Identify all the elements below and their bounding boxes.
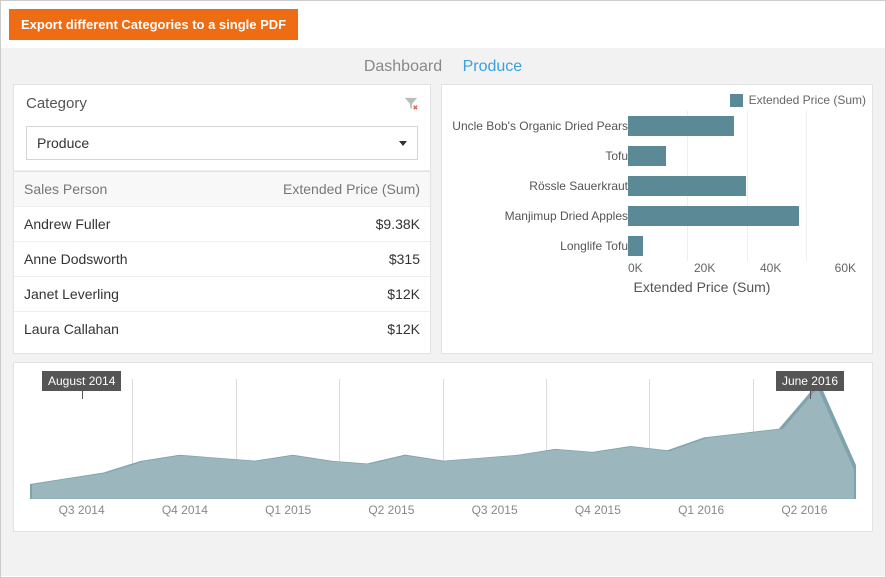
bar-row bbox=[628, 171, 856, 201]
bar-row bbox=[628, 111, 856, 141]
cell-value: $12K bbox=[260, 312, 430, 346]
chevron-down-icon bbox=[399, 141, 407, 146]
timeline-end-label: June 2016 bbox=[782, 374, 838, 388]
bar-category-label: Manjimup Dried Apples bbox=[448, 201, 628, 231]
bar[interactable] bbox=[628, 146, 666, 166]
timeline-tick: Q3 2014 bbox=[30, 503, 133, 517]
cell-name: Janet Leverling bbox=[14, 277, 260, 311]
bar-tick: 60K bbox=[826, 261, 856, 275]
export-pdf-button[interactable]: Export different Categories to a single … bbox=[9, 9, 298, 40]
cell-value: $9.38K bbox=[260, 207, 430, 241]
bar-tick: 40K bbox=[760, 261, 826, 275]
category-card: Category Produce bbox=[13, 84, 431, 171]
category-select-value: Produce bbox=[37, 135, 89, 151]
bar-row bbox=[628, 141, 856, 171]
bar-chart-legend: Extended Price (Sum) bbox=[448, 93, 866, 107]
timeline-tick: Q1 2016 bbox=[650, 503, 753, 517]
table-row[interactable]: Janet Leverling$12K bbox=[14, 277, 430, 312]
bar-category-label: Tofu bbox=[448, 141, 628, 171]
bar-chart-x-label: Extended Price (Sum) bbox=[538, 279, 866, 295]
table-row[interactable]: Anne Dodsworth$315 bbox=[14, 242, 430, 277]
category-select[interactable]: Produce bbox=[26, 126, 418, 160]
timeline-card: August 2014 June 2016 Q3 2014Q4 2014Q1 2… bbox=[13, 362, 873, 532]
bar-row bbox=[628, 231, 856, 261]
timeline-tick: Q4 2014 bbox=[133, 503, 236, 517]
timeline-ticks: Q3 2014Q4 2014Q1 2015Q2 2015Q3 2015Q4 20… bbox=[30, 503, 856, 517]
bar-category-label: Rössle Sauerkraut bbox=[448, 171, 628, 201]
grid-header-row: Sales Person Extended Price (Sum) bbox=[14, 172, 430, 207]
bar[interactable] bbox=[628, 206, 799, 226]
table-row[interactable]: Andrew Fuller$9.38K bbox=[14, 207, 430, 242]
cell-name: Andrew Fuller bbox=[14, 207, 260, 241]
sales-grid: Sales Person Extended Price (Sum) Andrew… bbox=[13, 171, 431, 354]
cell-name: Laura Callahan bbox=[14, 312, 260, 346]
dashboard-canvas: Dashboard Produce Category Produce Sales bbox=[1, 48, 885, 576]
category-title: Category bbox=[26, 95, 87, 112]
bar-tick: 20K bbox=[694, 261, 760, 275]
tab-active[interactable]: Produce bbox=[463, 58, 523, 75]
timeline-start-label: August 2014 bbox=[48, 374, 115, 388]
clear-filter-icon[interactable] bbox=[404, 97, 418, 111]
bar-chart-x-ticks: 0K 20K 40K 60K bbox=[628, 261, 866, 275]
bar-chart-card: Extended Price (Sum) Uncle Bob's Organic… bbox=[441, 84, 873, 354]
cell-value: $315 bbox=[260, 242, 430, 276]
timeline-tick: Q2 2016 bbox=[753, 503, 856, 517]
timeline-end-badge[interactable]: June 2016 bbox=[776, 371, 844, 391]
bar-row bbox=[628, 201, 856, 231]
timeline-start-badge[interactable]: August 2014 bbox=[42, 371, 121, 391]
timeline-tick: Q3 2015 bbox=[443, 503, 546, 517]
timeline-tick: Q2 2015 bbox=[340, 503, 443, 517]
bar[interactable] bbox=[628, 176, 746, 196]
grid-header-sales-person[interactable]: Sales Person bbox=[14, 172, 260, 206]
legend-label: Extended Price (Sum) bbox=[749, 93, 866, 107]
timeline-tick: Q1 2015 bbox=[237, 503, 340, 517]
area-chart bbox=[30, 379, 856, 499]
tab-dashboard[interactable]: Dashboard bbox=[364, 58, 442, 75]
bar[interactable] bbox=[628, 236, 643, 256]
grid-header-extended-price[interactable]: Extended Price (Sum) bbox=[260, 172, 430, 206]
tabs: Dashboard Produce bbox=[13, 58, 873, 76]
bar[interactable] bbox=[628, 116, 734, 136]
cell-name: Anne Dodsworth bbox=[14, 242, 260, 276]
bar-tick: 0K bbox=[628, 261, 694, 275]
table-row[interactable]: Laura Callahan$12K bbox=[14, 312, 430, 346]
legend-swatch bbox=[730, 94, 743, 107]
cell-value: $12K bbox=[260, 277, 430, 311]
bar-category-label: Uncle Bob's Organic Dried Pears bbox=[448, 111, 628, 141]
timeline-tick: Q4 2015 bbox=[546, 503, 649, 517]
bar-category-label: Longlife Tofu bbox=[448, 231, 628, 261]
